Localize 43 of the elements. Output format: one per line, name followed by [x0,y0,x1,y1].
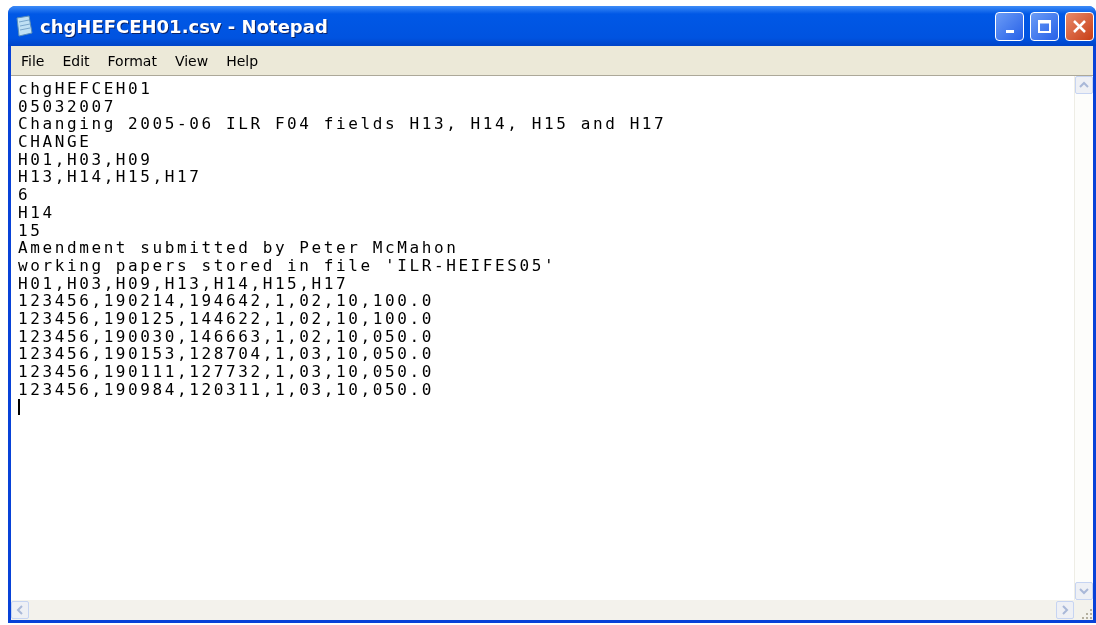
text-line: 123456,190153,128704,1,03,10,050.0 [18,345,435,363]
vertical-scrollbar[interactable] [1074,76,1093,600]
menu-item[interactable]: Help [218,50,267,71]
text-line: 123456,190111,127732,1,03,10,050.0 [18,363,435,381]
text-line: 6 [18,186,32,204]
scroll-down-button[interactable] [1075,582,1093,600]
text-line: 123456,190214,194642,1,02,10,100.0 [18,292,435,310]
text-line: H13,H14,H15,H17 [18,168,203,187]
minimize-icon [1005,29,1014,33]
scroll-up-button[interactable] [1075,76,1093,94]
minimize-button[interactable] [995,11,1024,41]
text-line: CHANGE [18,133,93,151]
text-line: Amendment submitted by Peter McMahon [18,239,460,257]
menu-item[interactable]: View [166,50,217,71]
text-line: 123456,190984,120311,1,03,10,050.0 [18,380,435,399]
maximize-button[interactable] [1030,11,1059,41]
close-button[interactable] [1065,11,1094,41]
text-line: H01,H03,H09 [18,150,154,169]
horizontal-scrollbar[interactable] [11,600,1074,620]
scroll-right-button[interactable] [1056,601,1074,619]
menu-item[interactable]: Edit [54,50,98,71]
chevron-right-icon [1060,605,1070,615]
text-line: Changing 2005-06 ILR F04 fields H13, H14, H15 and H17 [18,115,668,134]
text-line: 05032007 [18,97,116,116]
text-cursor [18,399,20,416]
text-line: chgHEFCEH01 [18,80,154,98]
text-line: H14 [18,203,56,222]
notepad-icon [14,15,34,37]
text-line: 123456,190030,146663,1,02,10,050.0 [18,327,435,346]
text-line: H01,H03,H09,H13,H14,H15,H17 [18,274,350,293]
chevron-down-icon [1079,586,1089,596]
chevron-left-icon [15,605,25,615]
scroll-left-button[interactable] [11,601,29,619]
text-line: 15 [18,221,44,240]
text-line: 123456,190125,144622,1,02,10,100.0 [18,309,435,328]
chevron-up-icon [1079,80,1089,90]
resize-grip-icon[interactable] [1081,608,1093,620]
close-icon [1071,17,1088,35]
text-line: working papers stored in file 'ILR-HEIFES05' [18,256,558,275]
menu-item[interactable]: File [13,50,53,71]
maximize-icon [1036,17,1053,35]
window-title: chgHEFCEH01.csv - Notepad [40,15,329,37]
menu-item[interactable]: Format [99,50,165,71]
